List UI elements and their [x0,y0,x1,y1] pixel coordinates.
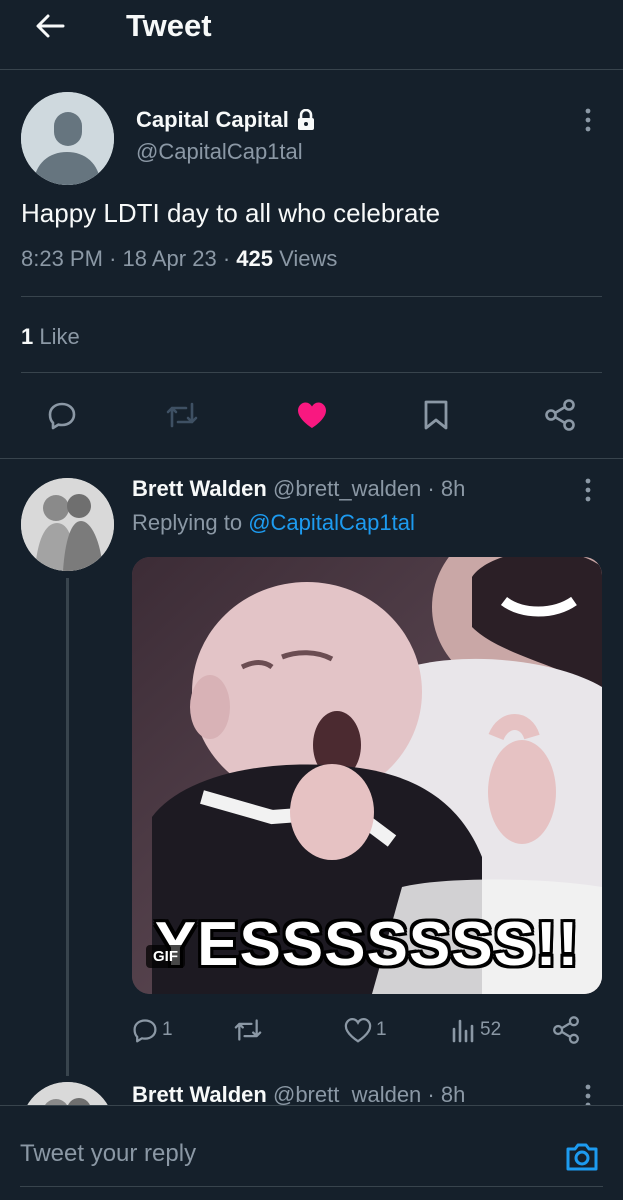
author-name-text: Capital Capital [136,107,289,132]
gif-caption: YESSSSSSS!! [154,910,580,979]
default-avatar-icon [21,92,114,185]
divider [21,296,602,297]
more-options-button[interactable] [574,104,602,136]
reply-header: Brett Walden @brett_walden · 8h [132,474,465,504]
reply-share-button[interactable] [552,1010,580,1050]
arrow-left-icon [36,14,65,38]
separator: · [427,1082,435,1107]
reply-author-handle[interactable]: @brett_walden [273,476,421,501]
divider [0,458,623,459]
tweet-action-bar [0,385,623,445]
reply-time[interactable]: 8h [441,1082,465,1107]
camera-icon [566,1143,598,1171]
reply-retweet-button[interactable] [232,1010,268,1050]
reply-action-bar: 1 1 52 [132,1010,602,1050]
thread-line [66,578,69,1076]
gif-badge: GIF [146,945,185,968]
views-label: Views [279,246,338,271]
bookmark-icon [424,400,448,430]
separator: · [109,246,117,271]
share-icon [545,399,575,431]
reply-composer [0,1105,623,1200]
retweet-button[interactable] [160,385,204,445]
views-count: 425 [236,246,273,271]
replying-to-label: Replying to [132,510,243,535]
reply-author-name[interactable]: Brett Walden [132,1082,267,1107]
likes-count: 1 [21,324,34,349]
tweet-meta: 8:23 PM · 18 Apr 23 · 425 Views [21,244,337,274]
separator: · [427,476,435,501]
retweet-icon [234,1019,262,1041]
share-button[interactable] [538,385,582,445]
reply-button[interactable] [40,385,84,445]
reply-time[interactable]: 8h [441,476,465,501]
tweet-text: Happy LDTI day to all who celebrate [21,198,441,228]
composer-underline [20,1186,603,1187]
reply-icon [133,1019,157,1043]
back-button[interactable] [30,6,70,46]
like-button[interactable] [290,385,334,445]
share-icon [553,1016,579,1044]
replying-to-handle[interactable]: @CapitalCap1tal [248,510,415,535]
retweet-icon [166,402,198,428]
separator: · [222,246,231,271]
reply-views-button[interactable]: 52 [450,1010,501,1050]
reply-reply-button[interactable]: 1 [132,1010,173,1050]
more-vertical-icon [585,478,591,502]
reply-more-options-button[interactable] [574,474,602,506]
reply-like-button[interactable]: 1 [344,1010,387,1050]
camera-button[interactable] [560,1134,604,1178]
page-title: Tweet [126,8,212,43]
gif-media[interactable]: YESSSSSSS!! GIF [132,557,602,994]
reply-author-handle[interactable]: @brett_walden [273,1082,421,1107]
reply-author-name[interactable]: Brett Walden [132,476,267,501]
top-bar: Tweet [0,0,623,70]
author-avatar[interactable] [21,92,114,185]
reply-author-avatar[interactable] [21,478,114,571]
reply-icon [48,402,76,430]
likes-label: Like [39,324,80,349]
heart-icon [344,1018,372,1043]
lock-icon [297,109,314,130]
reply-views-count: 52 [480,1019,502,1040]
reply-input[interactable] [20,1134,520,1174]
replying-to: Replying to @CapitalCap1tal [132,508,415,538]
likes-summary[interactable]: 1 Like [21,322,80,352]
author-handle[interactable]: @CapitalCap1tal [136,138,303,166]
divider [21,372,602,373]
avatar-photo [21,478,114,571]
more-vertical-icon [585,108,591,132]
bookmark-button[interactable] [414,385,458,445]
heart-filled-icon [298,402,326,428]
reply-like-count: 1 [376,1019,387,1040]
reply-reply-count: 1 [162,1019,173,1040]
tweet-time[interactable]: 8:23 PM [21,246,103,271]
analytics-icon [452,1019,474,1043]
tweet-date[interactable]: 18 Apr 23 [123,246,217,271]
author-name[interactable]: Capital Capital [136,106,315,134]
